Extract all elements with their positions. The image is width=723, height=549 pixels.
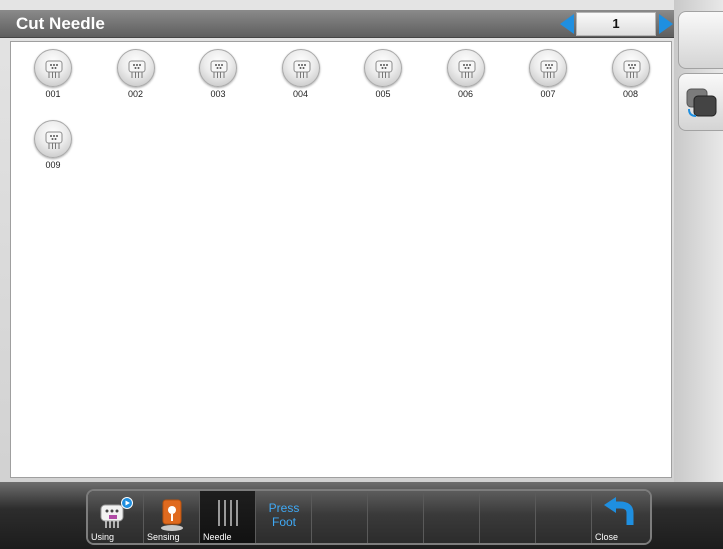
press-foot-button[interactable]: Press Foot <box>256 491 312 543</box>
empty-tool-slot <box>536 491 592 543</box>
cut-needle-icon <box>293 60 310 78</box>
cut-needle-icon <box>128 60 145 78</box>
screen: Cut Needle 1 001 002 003 004 005 006 007 008 009 <box>0 0 723 549</box>
empty-tool-slot <box>368 491 424 543</box>
needle-item-label: 001 <box>45 89 61 99</box>
using-button[interactable]: Using <box>88 491 144 543</box>
pager: 1 <box>559 12 675 36</box>
close-label: Close <box>595 532 619 542</box>
needle-item[interactable]: 006 <box>442 49 490 111</box>
needle-item[interactable]: 002 <box>112 49 160 111</box>
empty-tool-slot <box>480 491 536 543</box>
needle-item-label: 002 <box>127 89 144 99</box>
side-button-2[interactable] <box>678 73 723 131</box>
needle-item[interactable]: 004 <box>277 49 325 111</box>
sensing-label: Sensing <box>147 532 180 542</box>
using-label: Using <box>91 532 115 542</box>
needle-item-button[interactable] <box>364 49 402 87</box>
cut-needle-icon <box>623 60 640 78</box>
needle-button[interactable]: Needle <box>200 491 256 543</box>
needle-item-button[interactable] <box>34 49 72 87</box>
side-button-1[interactable] <box>678 11 723 69</box>
page-number: 1 <box>576 12 656 36</box>
return-arrow-icon <box>604 497 634 525</box>
left-arrow-icon[interactable] <box>559 13 575 35</box>
needle-item-label: 005 <box>375 89 391 99</box>
needle-item-label: 008 <box>622 89 639 99</box>
needle-item-button[interactable] <box>611 49 650 87</box>
needle-item[interactable]: 005 <box>359 49 407 111</box>
needles-icon <box>218 500 238 526</box>
press-foot-label: Press Foot <box>268 501 300 529</box>
needle-item[interactable]: 001 <box>29 49 77 111</box>
embroidery-unit-icon <box>100 497 133 528</box>
needle-item[interactable]: 009 <box>29 120 77 182</box>
cut-needle-icon <box>458 60 475 78</box>
needle-item-button[interactable] <box>446 49 485 87</box>
toolbar: Using Sensing Needle Press Foot Close <box>86 489 652 545</box>
needle-item[interactable]: 008 <box>607 49 655 111</box>
sensing-button[interactable]: Sensing <box>144 491 200 543</box>
needle-item-button[interactable] <box>34 120 72 158</box>
sensor-icon <box>161 499 183 531</box>
layers-icon <box>686 88 717 117</box>
cut-needle-icon <box>375 60 393 78</box>
needle-item-label: 003 <box>210 89 226 99</box>
needle-item[interactable]: 007 <box>524 49 572 111</box>
needle-list-panel: 001 002 003 004 005 006 007 008 009 <box>10 41 672 478</box>
needle-item-button[interactable] <box>281 49 320 87</box>
cut-needle-icon <box>45 60 63 78</box>
needle-item-label: 004 <box>292 89 309 99</box>
page-title: Cut Needle <box>16 14 105 33</box>
empty-tool-slot <box>424 491 480 543</box>
needle-item-label: 009 <box>45 160 61 170</box>
needle-item-button[interactable] <box>199 49 237 87</box>
right-arrow-icon[interactable] <box>658 13 674 35</box>
cut-needle-icon <box>45 131 63 149</box>
empty-tool-slot <box>312 491 368 543</box>
needle-item-label: 006 <box>457 89 474 99</box>
cut-needle-icon <box>210 60 228 78</box>
needle-label: Needle <box>203 532 232 542</box>
cut-needle-icon <box>540 60 558 78</box>
needle-item[interactable]: 003 <box>194 49 242 111</box>
needle-item-button[interactable] <box>116 49 155 87</box>
close-button[interactable]: Close <box>592 491 650 543</box>
side-panel <box>674 0 723 549</box>
title-bar: Cut Needle 1 <box>0 10 674 38</box>
needle-item-button[interactable] <box>529 49 567 87</box>
needle-item-label: 007 <box>540 89 556 99</box>
